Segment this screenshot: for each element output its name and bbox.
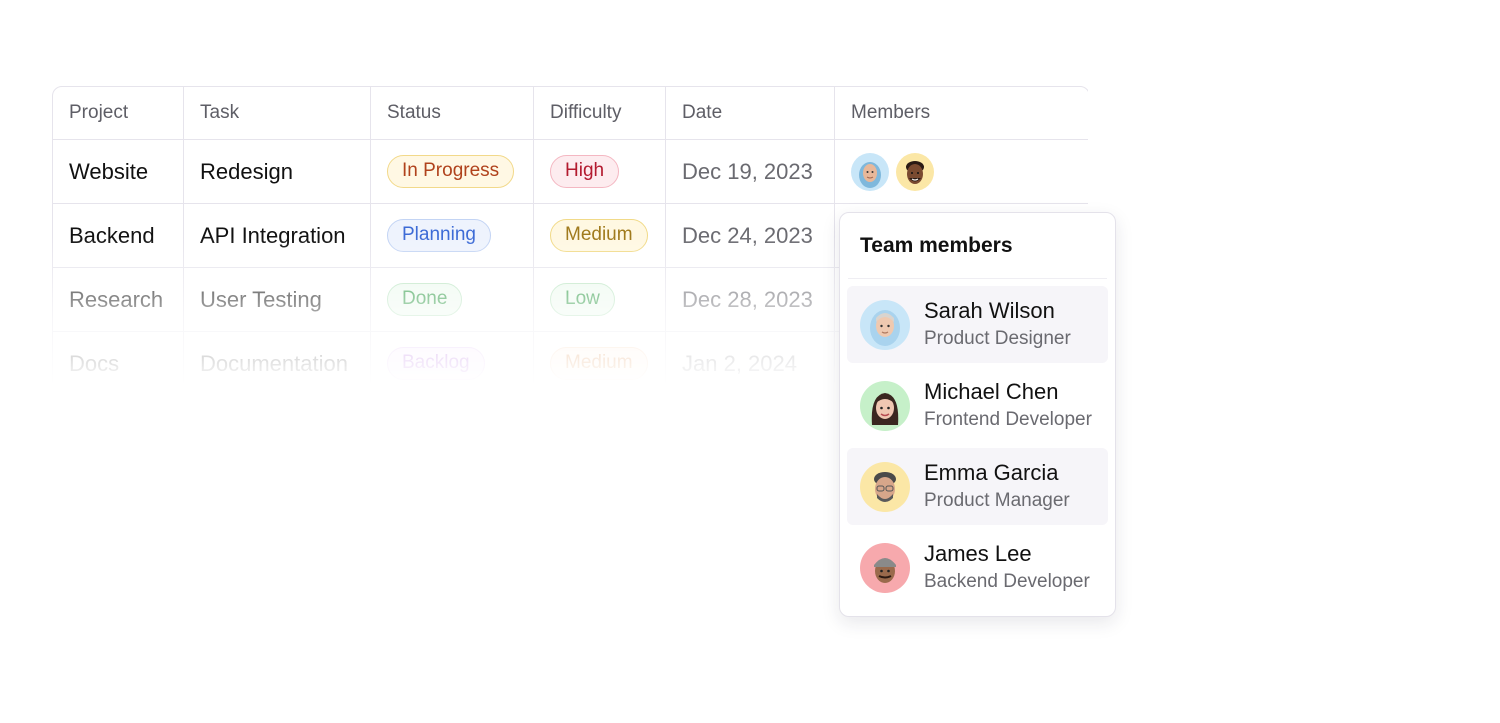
memoji-avatar-icon	[860, 461, 910, 512]
memoji-avatar-icon[interactable]	[851, 152, 889, 191]
member-info: James Lee Backend Developer	[924, 541, 1090, 594]
table-row[interactable]: Website Redesign In Progress High Dec 19…	[53, 140, 1089, 204]
cell-difficulty: Medium	[534, 332, 666, 396]
member-role: Product Designer	[924, 328, 1071, 349]
difficulty-badge[interactable]: Medium	[550, 219, 648, 252]
column-header-task[interactable]: Task	[184, 87, 371, 140]
cell-status: In Progress	[371, 140, 534, 204]
status-badge[interactable]: Planning	[387, 219, 491, 252]
status-badge[interactable]: Backlog	[387, 347, 485, 380]
member-avatar-stack[interactable]	[851, 152, 1073, 191]
cell-status: Planning	[371, 204, 534, 268]
difficulty-badge[interactable]: Low	[550, 283, 615, 316]
status-badge[interactable]: In Progress	[387, 155, 515, 188]
cell-project: Website	[53, 140, 184, 204]
member-info: Michael Chen Frontend Developer	[924, 379, 1092, 432]
cell-project: Docs	[53, 332, 184, 396]
member-role: Frontend Developer	[924, 409, 1092, 430]
member-role: Product Manager	[924, 490, 1070, 511]
cell-date: Dec 28, 2023	[666, 268, 835, 332]
column-header-project[interactable]: Project	[53, 87, 184, 140]
difficulty-badge[interactable]: High	[550, 155, 620, 188]
member-name: Michael Chen	[924, 379, 1059, 404]
member-name: Emma Garcia	[924, 460, 1059, 485]
popover-title: Team members	[860, 234, 1013, 257]
cell-date: Dec 19, 2023	[666, 140, 835, 204]
memoji-avatar-icon[interactable]	[896, 152, 934, 191]
table-header-row: Project Task Status Difficulty Date Memb…	[53, 87, 1089, 140]
cell-project: Backend	[53, 204, 184, 268]
memoji-avatar-icon	[860, 299, 910, 350]
cell-members[interactable]	[835, 140, 1089, 204]
cell-status: Backlog	[371, 332, 534, 396]
memoji-avatar-icon	[860, 542, 910, 593]
cell-date: Dec 24, 2023	[666, 204, 835, 268]
member-info: Sarah Wilson Product Designer	[924, 298, 1071, 351]
cell-task: User Testing	[184, 268, 371, 332]
member-name: Sarah Wilson	[924, 298, 1055, 323]
column-header-difficulty[interactable]: Difficulty	[534, 87, 666, 140]
status-badge[interactable]: Done	[387, 283, 463, 316]
memoji-avatar-icon	[860, 380, 910, 431]
member-item[interactable]: Sarah Wilson Product Designer	[847, 286, 1108, 363]
member-role: Backend Developer	[924, 571, 1090, 592]
cell-task: Redesign	[184, 140, 371, 204]
difficulty-badge[interactable]: Medium	[550, 347, 648, 380]
cell-date: Jan 2, 2024	[666, 332, 835, 396]
member-list: Sarah Wilson Product Designer Michael Ch…	[840, 279, 1115, 606]
member-item[interactable]: Michael Chen Frontend Developer	[847, 367, 1108, 444]
member-info: Emma Garcia Product Manager	[924, 460, 1070, 513]
team-members-popover: Team members Sarah Wilson Product Design…	[839, 212, 1116, 617]
cell-task: API Integration	[184, 204, 371, 268]
cell-difficulty: Low	[534, 268, 666, 332]
column-header-members[interactable]: Members	[835, 87, 1089, 140]
column-header-date[interactable]: Date	[666, 87, 835, 140]
member-item[interactable]: Emma Garcia Product Manager	[847, 448, 1108, 525]
column-header-status[interactable]: Status	[371, 87, 534, 140]
cell-project: Research	[53, 268, 184, 332]
member-name: James Lee	[924, 541, 1032, 566]
cell-task: Documentation	[184, 332, 371, 396]
member-item[interactable]: James Lee Backend Developer	[847, 529, 1108, 606]
cell-difficulty: High	[534, 140, 666, 204]
cell-difficulty: Medium	[534, 204, 666, 268]
cell-status: Done	[371, 268, 534, 332]
